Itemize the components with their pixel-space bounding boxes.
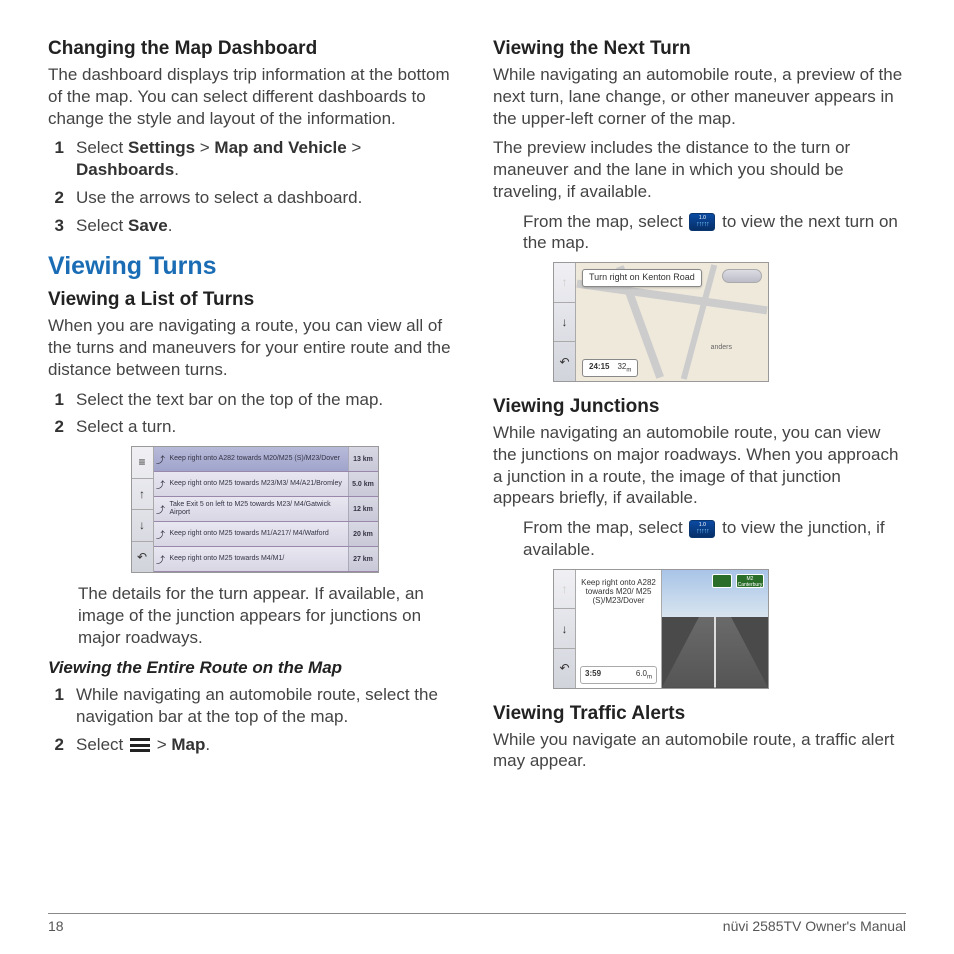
turn-row[interactable]: ⤴Keep right onto A282 towards M20/M25 (S… — [154, 447, 378, 472]
arrow-up-icon[interactable]: ↑ — [554, 263, 575, 303]
para-list-detail: The details for the turn appear. If avai… — [78, 583, 461, 648]
screenshot-next-turn: ↑ ↓ ↶ anders Turn right on Kenton Road 2… — [553, 262, 769, 382]
junction-info-panel: Keep right onto A282 towards M20/ M25 (S… — [576, 570, 662, 688]
para-dashboard: The dashboard displays trip information … — [48, 64, 461, 129]
heading-entire-route: Viewing the Entire Route on the Map — [48, 658, 461, 678]
section-viewing-turns: Viewing Turns — [48, 252, 461, 281]
page-number: 18 — [48, 918, 64, 934]
step-dash-3: Select Save. — [76, 215, 461, 237]
lane-preview-icon[interactable] — [689, 520, 715, 538]
screenshot-turn-list: ≡ ↑ ↓ ↶ ⤴Keep right onto A282 towards M2… — [131, 446, 379, 573]
para-traffic: While you navigate an automobile route, … — [493, 729, 906, 773]
status-box: 24:15 32m — [582, 359, 638, 377]
step-list-2: Select a turn. — [76, 416, 461, 438]
screenshot-sidebar: ≡ ↑ ↓ ↶ — [132, 447, 154, 572]
para-next-2: The preview includes the distance to the… — [493, 137, 906, 202]
heading-list-turns: Viewing a List of Turns — [48, 289, 461, 311]
para-junc-2: From the map, select to view the junctio… — [523, 517, 906, 561]
arrow-down-icon[interactable]: ↓ — [554, 609, 575, 649]
junction-preview: M2Canterbury — [662, 570, 768, 688]
manual-title: nüvi 2585TV Owner's Manual — [723, 918, 906, 934]
steps-dashboard: 1 Select Settings > Map and Vehicle > Da… — [48, 137, 461, 236]
turn-list-rows: ⤴Keep right onto A282 towards M20/M25 (S… — [154, 447, 378, 572]
arrow-up-icon[interactable]: ↑ — [132, 479, 153, 511]
step-dash-1: Select Settings > Map and Vehicle > Dash… — [76, 137, 461, 181]
menu-icon[interactable]: ≡ — [132, 447, 153, 479]
para-next-3: From the map, select to view the next tu… — [523, 211, 906, 255]
step-dash-2: Use the arrows to select a dashboard. — [76, 187, 461, 209]
heading-dashboard: Changing the Map Dashboard — [48, 38, 461, 60]
heading-junctions: Viewing Junctions — [493, 396, 906, 418]
steps-entire: 1 While navigating an automobile route, … — [48, 684, 461, 755]
right-column: Viewing the Next Turn While navigating a… — [493, 36, 906, 904]
para-list-turns: When you are navigating a route, you can… — [48, 315, 461, 380]
para-next-1: While navigating an automobile route, a … — [493, 64, 906, 129]
step-entire-2: Select > Map. — [76, 734, 461, 756]
back-icon[interactable]: ↶ — [554, 342, 575, 381]
heading-traffic: Viewing Traffic Alerts — [493, 703, 906, 725]
turn-row[interactable]: ⤴Keep right onto M25 towards M1/A217/ M4… — [154, 522, 378, 547]
map-preview: anders Turn right on Kenton Road 24:15 3… — [576, 263, 768, 381]
para-junc: While navigating an automobile route, yo… — [493, 422, 906, 509]
arrow-down-icon[interactable]: ↓ — [554, 303, 575, 343]
left-column: Changing the Map Dashboard The dashboard… — [48, 36, 461, 904]
page-footer: 18 nüvi 2585TV Owner's Manual — [48, 913, 906, 934]
turn-row[interactable]: ⤴Keep right onto M25 towards M23/M3/ M4/… — [154, 472, 378, 497]
turn-row[interactable]: ⤴Take Exit 5 on left to M25 towards M23/… — [154, 497, 378, 522]
steps-list: 1 Select the text bar on the top of the … — [48, 389, 461, 439]
step-list-1: Select the text bar on the top of the ma… — [76, 389, 461, 411]
heading-next-turn: Viewing the Next Turn — [493, 38, 906, 60]
back-icon[interactable]: ↶ — [132, 542, 153, 573]
hamburger-icon — [130, 738, 150, 752]
turn-info-box: Turn right on Kenton Road — [582, 269, 702, 287]
arrow-down-icon[interactable]: ↓ — [132, 510, 153, 542]
step-entire-1: While navigating an automobile route, se… — [76, 684, 461, 728]
back-icon[interactable]: ↶ — [554, 649, 575, 688]
lane-preview-icon[interactable] — [689, 213, 715, 231]
arrow-up-icon[interactable]: ↑ — [554, 570, 575, 610]
turn-row[interactable]: ⤴Keep right onto M25 towards M4/M1/27 km — [154, 547, 378, 572]
screenshot-junction: ↑ ↓ ↶ Keep right onto A282 towards M20/ … — [553, 569, 769, 689]
